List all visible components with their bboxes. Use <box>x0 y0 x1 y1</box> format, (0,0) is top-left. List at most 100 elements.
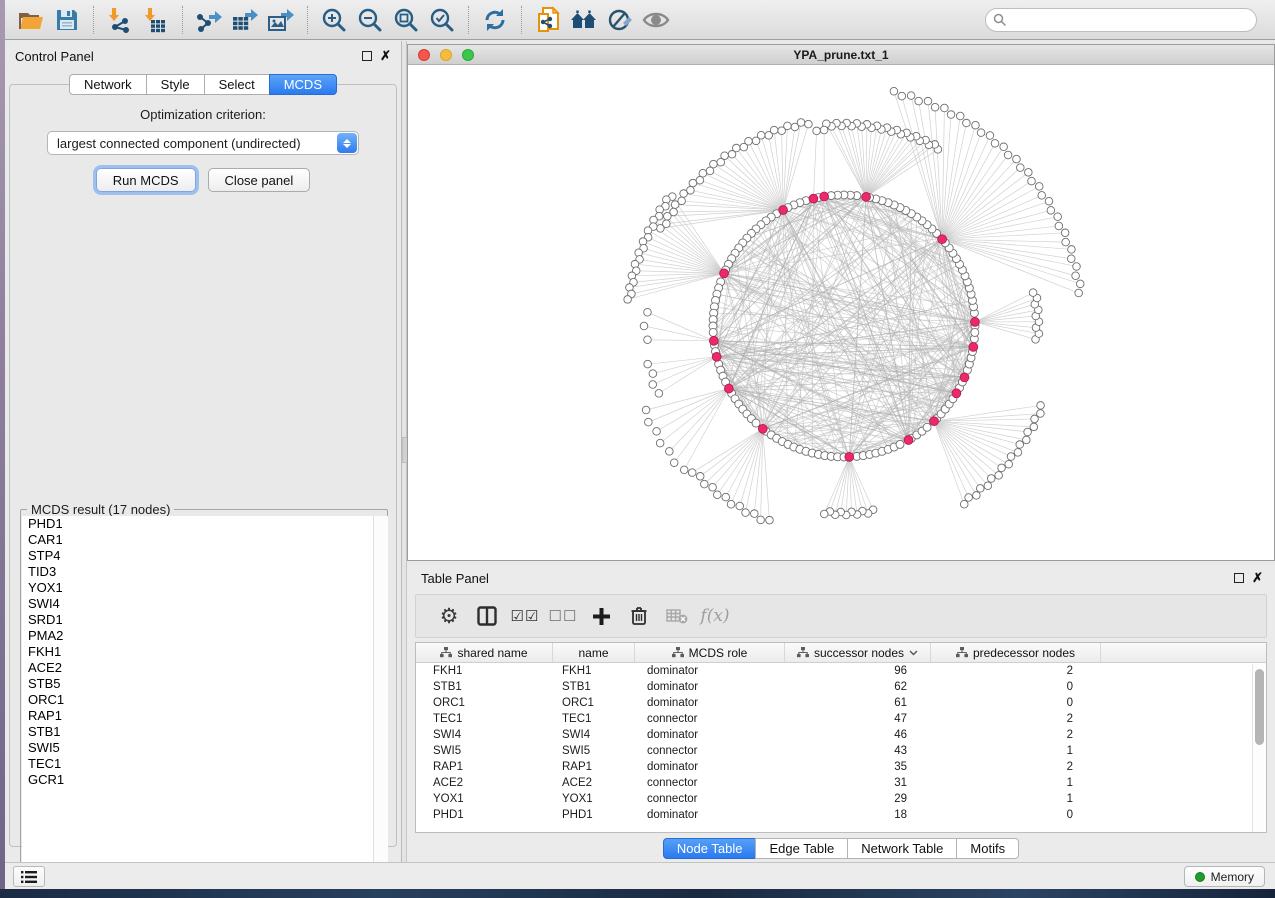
network-node[interactable] <box>1076 280 1084 288</box>
tab-edge-table[interactable]: Edge Table <box>755 838 848 859</box>
network-node[interactable] <box>645 418 653 426</box>
close-panel-button[interactable]: Close panel <box>208 168 311 192</box>
network-node[interactable] <box>1023 436 1031 444</box>
mcds-node[interactable] <box>938 235 947 244</box>
mcds-node[interactable] <box>952 389 961 398</box>
mcds-result-item[interactable]: PHD1 <box>22 516 388 532</box>
network-node[interactable] <box>624 296 632 304</box>
network-node[interactable] <box>986 132 994 140</box>
network-node[interactable] <box>656 439 664 447</box>
network-canvas[interactable] <box>408 65 1274 560</box>
network-node[interactable] <box>1004 151 1012 159</box>
network-node[interactable] <box>991 140 999 148</box>
network-node[interactable] <box>956 112 964 120</box>
network-node[interactable] <box>923 423 931 431</box>
column-header-name[interactable]: name <box>553 643 635 662</box>
table-row[interactable]: SWI5SWI5connector431 <box>416 743 1266 759</box>
table-row[interactable]: YOX1YOX1connector291 <box>416 791 1266 807</box>
network-node[interactable] <box>1062 238 1070 246</box>
mcds-node[interactable] <box>720 269 729 278</box>
mcds-result-item[interactable]: STP4 <box>22 548 388 564</box>
mcds-result-item[interactable]: ACE2 <box>22 660 388 676</box>
network-node[interactable] <box>820 126 828 134</box>
network-node[interactable] <box>907 92 915 100</box>
network-node[interactable] <box>965 494 973 502</box>
network-node[interactable] <box>1014 449 1022 457</box>
mcds-node[interactable] <box>960 373 969 382</box>
network-node[interactable] <box>1031 415 1039 423</box>
network-node[interactable] <box>699 169 707 177</box>
column-header-predecessor-nodes[interactable]: predecessor nodes <box>931 643 1101 662</box>
tab-network[interactable]: Network <box>69 74 147 95</box>
network-node[interactable] <box>1037 410 1045 418</box>
mcds-result-item[interactable]: SWI5 <box>22 740 388 756</box>
network-node[interactable] <box>1045 197 1053 205</box>
network-node[interactable] <box>757 516 765 524</box>
mcds-result-item[interactable]: GCR1 <box>22 772 388 788</box>
zoom-out-icon[interactable] <box>352 4 388 36</box>
mcds-result-item[interactable]: PMA2 <box>22 628 388 644</box>
network-node[interactable] <box>736 502 744 510</box>
network-node[interactable] <box>765 132 773 140</box>
network-node[interactable] <box>963 119 971 127</box>
network-node[interactable] <box>984 482 992 490</box>
network-node[interactable] <box>655 390 663 398</box>
mcds-node[interactable] <box>758 424 767 433</box>
network-node[interactable] <box>973 492 981 500</box>
select-all-icon[interactable]: ☑☑ <box>506 599 544 633</box>
show-all-icon[interactable] <box>638 4 674 36</box>
function-builder-icon[interactable]: f(x) <box>696 599 734 633</box>
network-node[interactable] <box>1030 423 1038 431</box>
tab-network-table[interactable]: Network Table <box>847 838 957 859</box>
mcds-node[interactable] <box>862 192 871 201</box>
add-column-icon[interactable] <box>582 599 620 633</box>
network-node[interactable] <box>696 473 704 481</box>
network-node[interactable] <box>649 381 657 389</box>
float-table-panel-icon[interactable] <box>1234 573 1244 583</box>
save-session-icon[interactable] <box>49 4 85 36</box>
first-neighbors-icon[interactable] <box>566 4 602 36</box>
network-node[interactable] <box>1028 177 1036 185</box>
network-node[interactable] <box>689 179 697 187</box>
network-node[interactable] <box>1024 428 1032 436</box>
network-node[interactable] <box>1073 263 1081 271</box>
memory-button[interactable]: Memory <box>1184 866 1265 887</box>
network-node[interactable] <box>941 104 949 112</box>
network-node[interactable] <box>696 176 704 184</box>
mcds-result-item[interactable]: RAP1 <box>22 708 388 724</box>
network-node[interactable] <box>960 500 968 508</box>
network-node[interactable] <box>1016 441 1024 449</box>
mcds-result-item[interactable]: STB1 <box>22 724 388 740</box>
mcds-node[interactable] <box>724 384 733 393</box>
mcds-result-item[interactable]: CAR1 <box>22 532 388 548</box>
minimize-window-icon[interactable] <box>440 49 452 61</box>
network-node[interactable] <box>1029 289 1037 297</box>
network-from-document-icon[interactable] <box>530 4 566 36</box>
network-node[interactable] <box>1007 453 1015 461</box>
tab-node-table[interactable]: Node Table <box>663 838 757 859</box>
network-node[interactable] <box>742 509 750 517</box>
network-node[interactable] <box>1025 169 1033 177</box>
network-node[interactable] <box>924 97 932 105</box>
network-node[interactable] <box>642 406 650 414</box>
network-node[interactable] <box>752 137 760 145</box>
mcds-node[interactable] <box>820 192 829 201</box>
task-history-button[interactable] <box>13 866 45 887</box>
network-node[interactable] <box>688 469 696 477</box>
network-window-titlebar[interactable]: YPA_prune.txt_1 <box>408 45 1274 65</box>
network-node[interactable] <box>666 448 674 456</box>
network-node[interactable] <box>805 120 813 128</box>
table-row[interactable]: ACE2ACE2connector311 <box>416 775 1266 791</box>
import-table-icon[interactable] <box>138 4 174 36</box>
close-panel-icon[interactable]: ✗ <box>380 51 391 61</box>
network-node[interactable] <box>976 485 984 493</box>
network-node[interactable] <box>813 127 821 135</box>
network-node[interactable] <box>644 308 652 316</box>
network-node[interactable] <box>664 212 672 220</box>
network-node[interactable] <box>972 121 980 129</box>
network-node[interactable] <box>1054 213 1062 221</box>
network-node[interactable] <box>998 464 1006 472</box>
network-node[interactable] <box>680 466 688 474</box>
mcds-result-item[interactable]: FKH1 <box>22 644 388 660</box>
mcds-result-item[interactable]: STB5 <box>22 676 388 692</box>
